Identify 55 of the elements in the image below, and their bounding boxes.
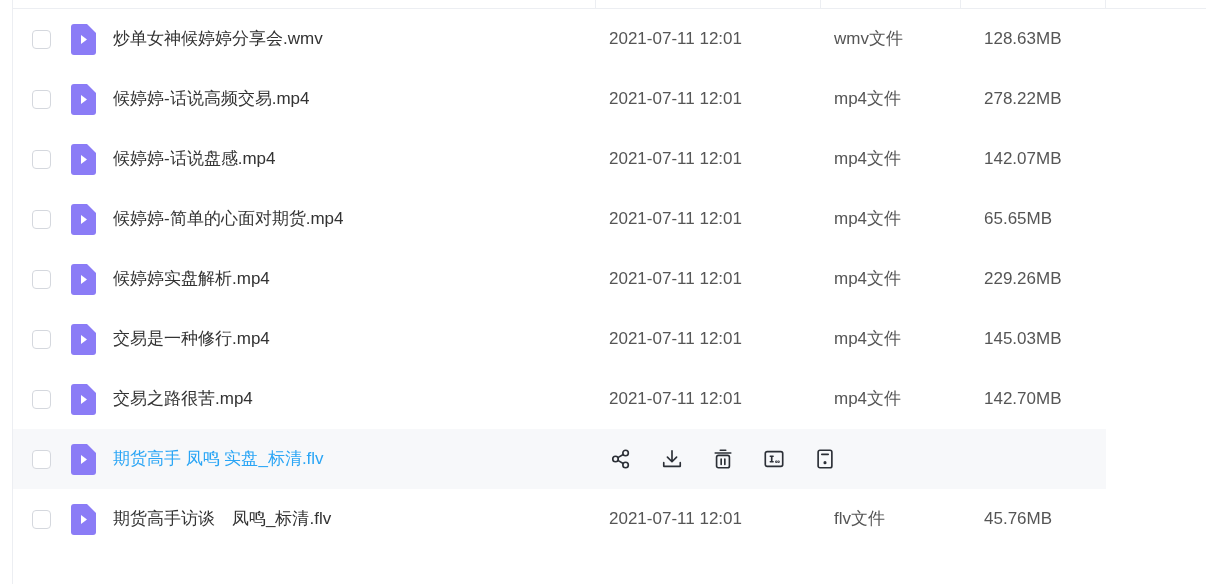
modified-time: 2021-07-11 12:01 <box>609 29 742 49</box>
checkbox[interactable] <box>32 149 51 169</box>
file-type: mp4文件 <box>834 389 902 409</box>
file-name[interactable]: 交易是一种修行.mp4 <box>113 326 270 352</box>
modified-time: 2021-07-11 12:01 <box>609 389 742 409</box>
file-type: flv文件 <box>834 509 885 529</box>
file-type: mp4文件 <box>834 329 902 349</box>
checkbox[interactable] <box>32 449 51 469</box>
checkbox[interactable] <box>32 209 51 229</box>
video-file-icon <box>71 503 96 535</box>
modified-time: 2021-07-11 12:01 <box>609 209 742 229</box>
file-name[interactable]: 候婷婷-简单的心面对期货.mp4 <box>113 206 344 232</box>
file-size: 142.07MB <box>984 149 1062 169</box>
file-name[interactable]: 期货高手访谈 凤鸣_标清.flv <box>113 506 332 532</box>
video-file-icon <box>71 443 96 475</box>
share-icon[interactable] <box>610 448 632 470</box>
file-name[interactable]: 交易之路很苦.mp4 <box>113 386 253 412</box>
modified-time: 2021-07-11 12:01 <box>609 89 742 109</box>
modified-time: 2021-07-11 12:01 <box>609 269 742 289</box>
video-file-icon <box>71 143 96 175</box>
checkbox[interactable] <box>32 389 51 409</box>
file-size: 45.76MB <box>984 509 1053 529</box>
file-size: 65.65MB <box>984 209 1053 229</box>
file-name[interactable]: 候婷婷-话说盘感.mp4 <box>113 146 276 172</box>
file-type: mp4文件 <box>834 269 902 289</box>
video-file-icon <box>71 263 96 295</box>
download-icon[interactable] <box>661 448 683 470</box>
details-icon[interactable] <box>814 448 836 470</box>
checkbox[interactable] <box>32 269 51 289</box>
file-name[interactable]: 炒单女神候婷婷分享会.wmv <box>113 26 323 52</box>
file-name[interactable]: 候婷婷-话说高频交易.mp4 <box>113 86 310 112</box>
checkbox[interactable] <box>32 329 51 349</box>
file-size: 278.22MB <box>984 89 1062 109</box>
video-file-icon <box>71 203 96 235</box>
file-size: 142.70MB <box>984 389 1062 409</box>
video-file-icon <box>71 383 96 415</box>
modified-time: 2021-07-11 12:01 <box>609 329 742 349</box>
file-type: wmv文件 <box>834 29 903 49</box>
file-size: 145.03MB <box>984 329 1062 349</box>
file-name[interactable]: 候婷婷实盘解析.mp4 <box>113 266 270 292</box>
file-type: mp4文件 <box>834 149 902 169</box>
rename-icon[interactable] <box>763 448 785 470</box>
checkbox[interactable] <box>32 509 51 529</box>
checkbox[interactable] <box>32 29 51 49</box>
modified-time: 2021-07-11 12:01 <box>609 509 742 529</box>
checkbox[interactable] <box>32 89 51 109</box>
video-file-icon <box>71 83 96 115</box>
file-type: mp4文件 <box>834 209 902 229</box>
file-size: 229.26MB <box>984 269 1062 289</box>
video-file-icon <box>71 323 96 355</box>
file-type: mp4文件 <box>834 89 902 109</box>
file-size: 128.63MB <box>984 29 1062 49</box>
modified-time: 2021-07-11 12:01 <box>609 149 742 169</box>
delete-icon[interactable] <box>712 448 734 470</box>
video-file-icon <box>71 23 96 55</box>
